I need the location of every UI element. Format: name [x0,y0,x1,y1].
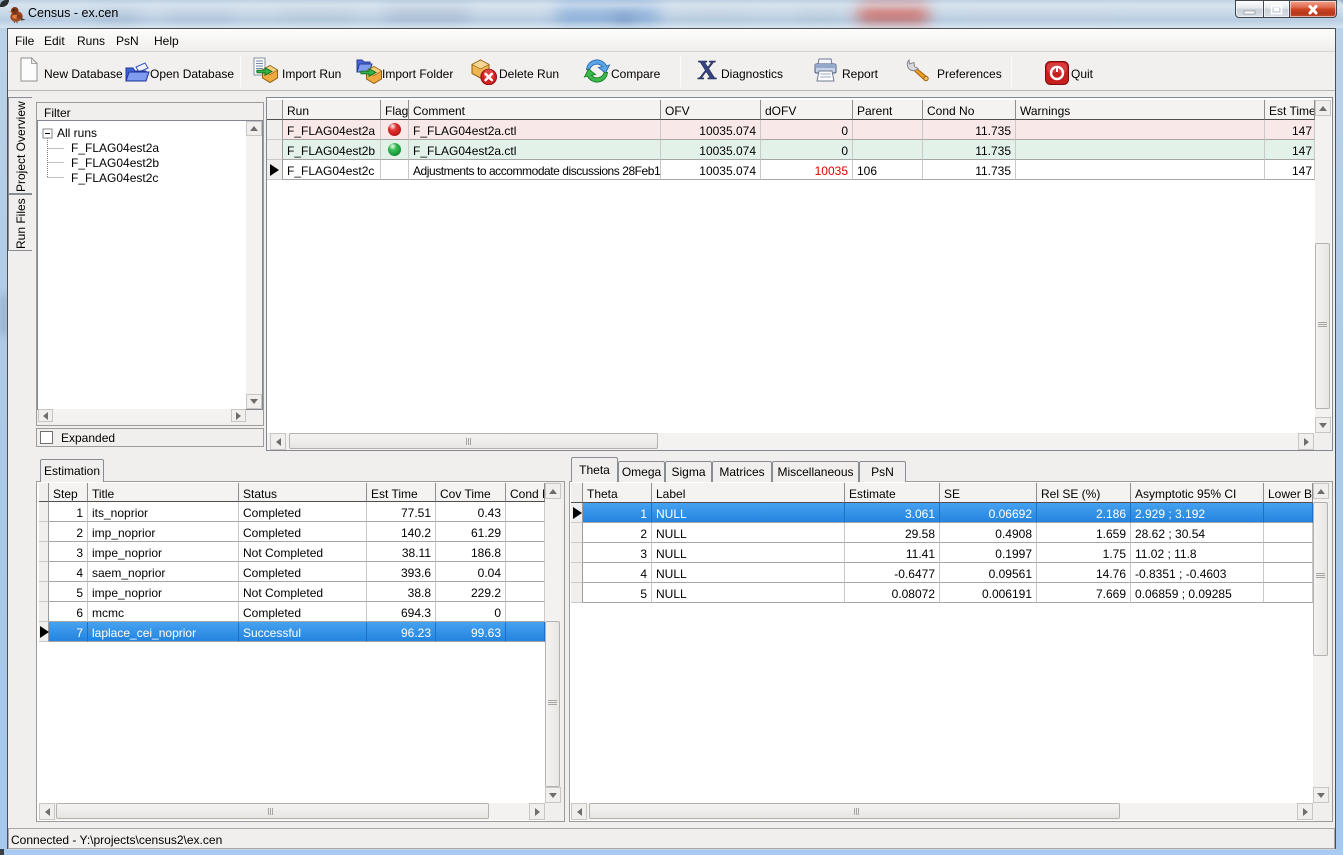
svg-text:X: X [697,57,717,83]
